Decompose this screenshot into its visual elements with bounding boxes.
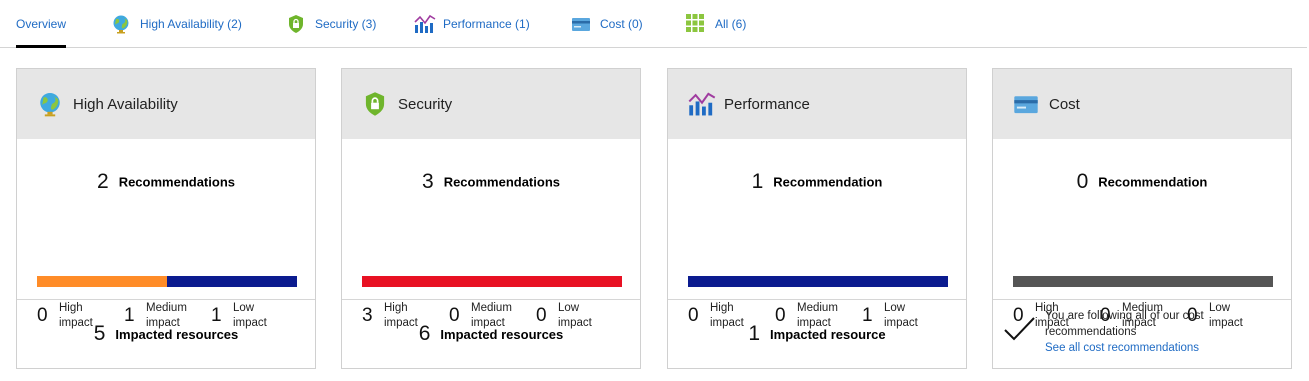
- impacted-resources-count: 5: [93, 322, 106, 345]
- card-header: Cost: [993, 69, 1291, 139]
- impact-bar: [688, 276, 948, 287]
- following-message: You are following all of our cost recomm…: [1045, 310, 1204, 338]
- impact-bar-segment-medium: [37, 276, 167, 287]
- recommendation-label: Recommendations: [118, 174, 235, 190]
- recommendation-label: Recommendations: [443, 174, 560, 190]
- recommendation-summary: 0 Recommendation: [993, 170, 1291, 194]
- shield-lock-icon: [362, 91, 388, 117]
- card-header: Security: [342, 69, 640, 139]
- recommendation-summary: 2 Recommendations: [17, 170, 315, 194]
- impacted-resources-count: 6: [418, 322, 431, 345]
- recommendation-count: 0: [1076, 170, 1089, 193]
- performance-chart-icon: [688, 91, 716, 117]
- grid-icon: [686, 13, 706, 34]
- recommendation-label: Recommendation: [773, 174, 883, 190]
- card-title: Security: [398, 95, 453, 113]
- recommendation-summary: 1 Recommendation: [668, 170, 966, 194]
- card-header: Performance: [668, 69, 966, 139]
- impacted-resources-label: Impacted resource: [770, 326, 886, 342]
- impact-bar: [1013, 276, 1273, 287]
- card-title: Performance: [724, 95, 810, 113]
- card-header: High Availability: [17, 69, 315, 139]
- tab-cost[interactable]: Cost (0): [571, 0, 643, 47]
- recommendation-count: 1: [751, 170, 764, 193]
- impacted-resources-label: Impacted resources: [115, 326, 239, 342]
- globe-icon: [111, 14, 131, 34]
- impacted-resources[interactable]: 6 Impacted resources: [342, 300, 640, 368]
- recommendation-count: 3: [422, 170, 434, 193]
- performance-chart-icon: [414, 14, 436, 34]
- card-high-availability[interactable]: High Availability 2 Recommendations 0 High…: [16, 68, 316, 369]
- shield-lock-icon: [286, 14, 306, 34]
- card-security[interactable]: Security 3 Recommendations 3 High impact 0…: [341, 68, 641, 369]
- impacted-resources-count: 1: [748, 322, 761, 345]
- impact-bar: [362, 276, 622, 287]
- tab-performance[interactable]: Performance (1): [414, 0, 530, 47]
- tab-security[interactable]: Security (3): [286, 0, 376, 47]
- impact-bar-segment-low: [688, 276, 948, 287]
- card-title: High Availability: [73, 95, 178, 113]
- tab-label: Cost (0): [600, 16, 643, 31]
- impact-bar-segment-high: [362, 276, 622, 287]
- card-cost[interactable]: Cost 0 Recommendation 0 High impact 0 Mediu…: [992, 68, 1292, 369]
- recommendation-count: 2: [97, 170, 109, 193]
- tab-label: Performance (1): [443, 16, 530, 31]
- see-all-cost-recommendations-link[interactable]: See all cost recommendations: [1045, 340, 1265, 356]
- impacted-resources-label: Impacted resources: [440, 326, 564, 342]
- impact-bar: [37, 276, 297, 287]
- tab-high-availability[interactable]: High Availability (2): [111, 0, 242, 47]
- card-performance[interactable]: Performance 1 Recommendation 0 High impact…: [667, 68, 967, 369]
- checkmark-icon: [1003, 314, 1037, 344]
- tab-label: Overview: [16, 16, 67, 31]
- cost-following-status: You are following all of our cost recomm…: [993, 300, 1291, 368]
- impact-bar-segment-low: [167, 276, 297, 287]
- recommendation-label: Recommendation: [1098, 174, 1208, 190]
- tab-all[interactable]: All (6): [686, 0, 746, 47]
- tab-bar: Overview High Availability (2) Security …: [0, 0, 1307, 48]
- credit-card-icon: [571, 14, 591, 34]
- tab-overview[interactable]: Overview: [16, 0, 67, 48]
- recommendation-summary: 3 Recommendations: [342, 170, 640, 194]
- tab-label: All (6): [715, 16, 747, 31]
- impact-bar-segment-none: [1013, 276, 1273, 287]
- credit-card-icon: [1013, 91, 1039, 117]
- card-title: Cost: [1049, 95, 1080, 113]
- impacted-resources[interactable]: 1 Impacted resource: [668, 300, 966, 368]
- tab-label: Security (3): [315, 16, 377, 31]
- impacted-resources[interactable]: 5 Impacted resources: [17, 300, 315, 368]
- tab-label: High Availability (2): [140, 16, 242, 31]
- globe-icon: [37, 91, 63, 117]
